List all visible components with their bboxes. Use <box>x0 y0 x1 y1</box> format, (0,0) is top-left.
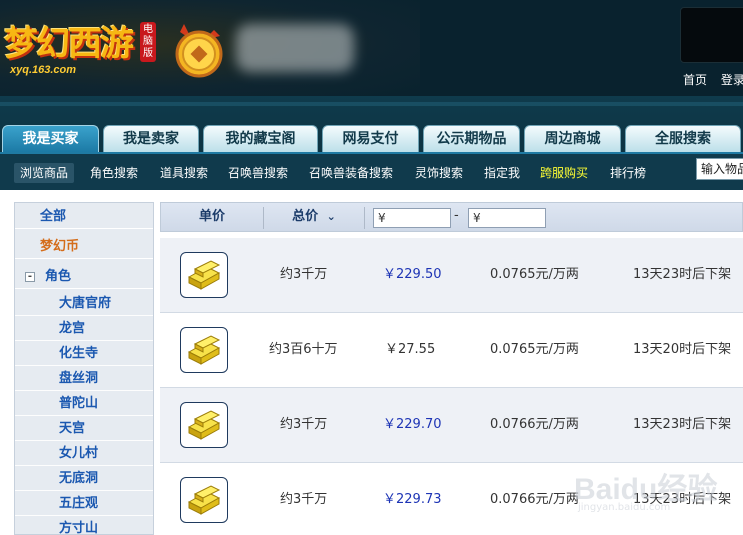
min-price-input[interactable]: ¥ <box>373 208 451 228</box>
tab-seller[interactable]: 我是卖家 <box>103 125 199 152</box>
blurred-title <box>236 24 354 72</box>
tab-all-server-search[interactable]: 全服搜索 <box>625 125 741 152</box>
sidebar-item-school[interactable]: 女儿村 <box>15 442 153 466</box>
exchange-rate: 0.0766元/万两 <box>490 492 579 507</box>
baidu-watermark: Baidu经验 jingyan.baidu.com <box>574 456 743 516</box>
sidebar: 全部 梦幻币 - 角色 大唐官府 龙宫 化生寺 盘丝洞 普陀山 天宫 女儿村 无… <box>14 202 154 535</box>
total-price-header[interactable]: 总价 ⌄ <box>264 203 364 231</box>
header-panel <box>680 7 743 63</box>
max-price-input[interactable]: ¥ <box>468 208 546 228</box>
sidebar-category-role[interactable]: - 角色 <box>15 265 153 289</box>
gold-bars-icon[interactable] <box>180 327 228 373</box>
sidebar-item-school[interactable]: 大唐官府 <box>15 292 153 316</box>
sub-nav: 浏览商品 角色搜索 道具搜索 召唤兽搜索 召唤兽装备搜索 灵饰搜索 指定我 跨服… <box>0 152 743 190</box>
tab-my-vault[interactable]: 我的藏宝阁 <box>203 125 318 152</box>
table-row[interactable]: 约3千万 ￥229.70 0.0766元/万两 13天23时后下架 <box>160 388 743 463</box>
gold-amount: 约3百6十万 <box>269 342 338 357</box>
sort-down-icon[interactable]: ⌄ <box>327 210 336 223</box>
site-header: 梦幻西游 电脑版 xyq.163.com 首页 登录 <box>0 0 743 96</box>
item-price: ￥27.55 <box>385 342 436 357</box>
tab-merch-store[interactable]: 周边商城 <box>524 125 621 152</box>
tab-bar-stripe <box>0 102 743 106</box>
exchange-rate: 0.0766元/万两 <box>490 417 579 432</box>
sidebar-category-label: 角色 <box>45 269 72 284</box>
unit-price-header[interactable]: 单价 <box>161 203 263 231</box>
sidebar-item-school[interactable]: 普陀山 <box>15 392 153 416</box>
sub-browse-items[interactable]: 浏览商品 <box>14 163 75 183</box>
coin-bag-icon <box>168 18 230 80</box>
sub-pet-equip-search[interactable]: 召唤兽装备搜索 <box>303 163 399 183</box>
sidebar-item-school[interactable]: 龙宫 <box>15 317 153 341</box>
sidebar-item-school[interactable]: 无底洞 <box>15 467 153 491</box>
table-row[interactable]: 约3百6十万 ￥27.55 0.0765元/万两 13天20时后下架 <box>160 313 743 388</box>
table-row[interactable]: 约3千万 ￥229.50 0.0765元/万两 13天23时后下架 <box>160 238 743 313</box>
sub-item-search[interactable]: 道具搜索 <box>154 163 214 183</box>
time-left: 13天20时后下架 <box>633 342 732 357</box>
time-left: 13天23时后下架 <box>633 267 732 282</box>
logo-text: 梦幻西游 <box>4 24 134 64</box>
sidebar-item-all[interactable]: 全部 <box>15 205 153 229</box>
top-links: 首页 登录 <box>683 71 743 88</box>
main-tab-bar: 我是买家 我是卖家 我的藏宝阁 网易支付 公示期物品 周边商城 全服搜索 <box>0 96 743 152</box>
gold-amount: 约3千万 <box>280 417 328 432</box>
gold-bars-icon[interactable] <box>180 252 228 298</box>
sub-accessory-search[interactable]: 灵饰搜索 <box>409 163 469 183</box>
sub-role-search[interactable]: 角色搜索 <box>84 163 144 183</box>
home-link[interactable]: 首页 <box>683 73 707 87</box>
sub-pet-search[interactable]: 召唤兽搜索 <box>222 163 294 183</box>
item-price: ￥229.70 <box>383 417 442 432</box>
login-link[interactable]: 登录 <box>721 73 743 87</box>
gold-bars-icon[interactable] <box>180 477 228 523</box>
sidebar-item-school[interactable]: 化生寺 <box>15 342 153 366</box>
sidebar-item-game-currency[interactable]: 梦幻币 <box>15 235 153 259</box>
sidebar-item-school[interactable]: 方寸山 <box>15 517 153 535</box>
tab-netease-pay[interactable]: 网易支付 <box>322 125 419 152</box>
total-price-label: 总价 <box>292 209 319 224</box>
time-left: 13天23时后下架 <box>633 417 732 432</box>
logo-edition-tag: 电脑版 <box>140 22 156 62</box>
exchange-rate: 0.0765元/万两 <box>490 267 579 282</box>
sidebar-item-school[interactable]: 天宫 <box>15 417 153 441</box>
item-price: ￥229.73 <box>383 492 442 507</box>
tab-buyer[interactable]: 我是买家 <box>2 125 99 152</box>
sidebar-item-school[interactable]: 盘丝洞 <box>15 367 153 391</box>
exchange-rate: 0.0765元/万两 <box>490 342 579 357</box>
sub-rankings[interactable]: 排行榜 <box>604 163 652 183</box>
header-divider <box>364 207 365 229</box>
gold-amount: 约3千万 <box>280 267 328 282</box>
watermark-url: jingyan.baidu.com <box>578 502 671 513</box>
sub-assigned-to-me[interactable]: 指定我 <box>478 163 526 183</box>
list-header: 单价 总价 ⌄ ¥ - ¥ <box>160 202 743 232</box>
sidebar-item-school[interactable]: 五庄观 <box>15 492 153 516</box>
gold-bars-icon[interactable] <box>180 402 228 448</box>
gold-amount: 约3千万 <box>280 492 328 507</box>
item-search-input[interactable]: 输入物品 <box>696 158 743 180</box>
tab-public-items[interactable]: 公示期物品 <box>423 125 520 152</box>
range-dash: - <box>454 208 459 223</box>
item-price: ￥229.50 <box>383 267 442 282</box>
game-logo[interactable]: 梦幻西游 电脑版 xyq.163.com <box>4 12 156 78</box>
logo-url: xyq.163.com <box>10 64 77 76</box>
sub-cross-server-buy[interactable]: 跨服购买 <box>534 163 594 183</box>
collapse-icon[interactable]: - <box>25 272 35 282</box>
